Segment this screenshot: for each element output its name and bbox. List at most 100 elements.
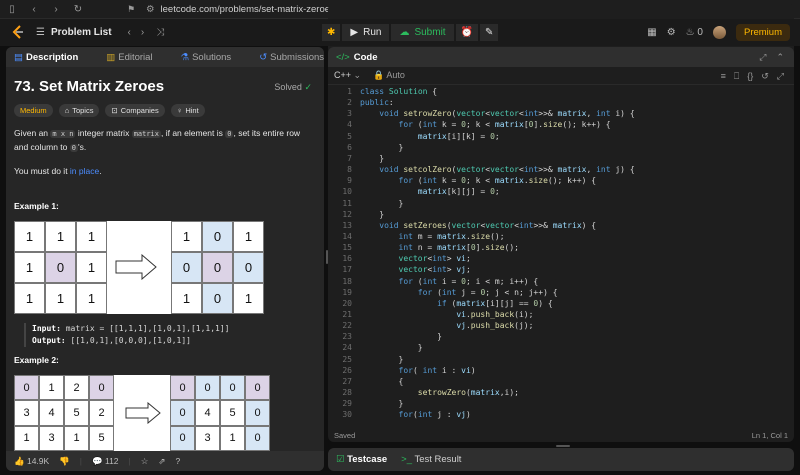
run-button[interactable]: ▶ Run	[342, 24, 390, 41]
companies-chip[interactable]: ⊡ Companies	[105, 104, 165, 117]
format-icon[interactable]: ≡	[721, 71, 726, 82]
code-line[interactable]: }	[360, 343, 423, 352]
code-line[interactable]: void setcolZero(vector<vector<int>>& mat…	[360, 165, 634, 174]
tab-solutions[interactable]: ⚗ Solutions	[181, 52, 232, 63]
notes-button[interactable]: ✎	[480, 24, 499, 41]
fullscreen-icon[interactable]: ⤢	[777, 71, 784, 82]
reload-icon[interactable]: ↻	[72, 4, 84, 15]
back-icon[interactable]: ‹	[28, 4, 40, 15]
favorite-star-icon[interactable]: ☆	[141, 456, 149, 467]
reset-icon[interactable]: ↺	[761, 71, 769, 82]
code-line[interactable]: vi.push_back(i);	[360, 310, 533, 319]
bookmark-icon[interactable]: ⎕	[734, 71, 739, 82]
timer-button[interactable]: ⏰	[455, 24, 479, 41]
matrix-cell: 4	[39, 400, 64, 426]
comment-icon: 💬	[92, 455, 103, 466]
tab-code[interactable]: Code	[354, 52, 378, 63]
matrix-cell: 1	[171, 283, 202, 314]
code-line[interactable]: class Solution {	[360, 87, 437, 96]
submit-button[interactable]: ☁ Submit	[391, 24, 454, 41]
site-settings-icon[interactable]: ⚙	[146, 4, 155, 15]
braces-icon[interactable]: {}	[747, 71, 753, 82]
code-line[interactable]: vector<int> vj;	[360, 265, 471, 274]
bookmark-icon[interactable]: ⚑	[127, 4, 135, 15]
code-line[interactable]: int n = matrix[0].size();	[360, 243, 519, 252]
code-line[interactable]: if (matrix[i][j] == 0) {	[360, 299, 553, 308]
next-problem-icon[interactable]: ›	[141, 27, 144, 38]
code-line[interactable]: }	[360, 199, 404, 208]
settings-icon[interactable]: ⚙	[667, 27, 676, 38]
matrix-cell: 0	[245, 375, 270, 401]
premium-button[interactable]: Premium	[735, 24, 790, 41]
prev-problem-icon[interactable]: ‹	[128, 27, 131, 38]
code-panel-header: </> Code ⤢ ⌃	[328, 47, 794, 67]
help-icon[interactable]: ?	[176, 456, 181, 466]
tab-editorial[interactable]: ▥ Editorial	[106, 52, 152, 63]
code-line[interactable]: void setZeroes(vector<vector<int>>& matr…	[360, 221, 596, 230]
shuffle-icon[interactable]: ⤨	[156, 27, 164, 38]
problem-description: Given an m x n integer matrix matrix, if…	[14, 127, 316, 178]
topics-label: Topics	[72, 106, 94, 115]
maximize-icon[interactable]: ⤢	[759, 52, 766, 63]
line-number: 2	[347, 98, 352, 108]
like-button[interactable]: 👍 14.9K	[14, 456, 49, 467]
tab-submissions[interactable]: ↺ Submissions	[259, 52, 324, 63]
run-label: Run	[363, 27, 382, 38]
note-text: .	[99, 166, 102, 176]
save-status: Saved	[334, 430, 356, 440]
code-line[interactable]: }	[360, 210, 384, 219]
topics-chip[interactable]: ⌂ Topics	[58, 104, 100, 117]
code-panel-actions: ⤢ ⌃	[759, 52, 784, 63]
alarm-icon: ⏰	[460, 27, 474, 38]
layout-icon[interactable]: ▦	[647, 27, 656, 38]
code-line[interactable]: {	[360, 377, 404, 386]
code-line[interactable]: for (int k = 0; k < matrix[0].size(); k+…	[360, 120, 611, 129]
code-line[interactable]: }	[360, 154, 384, 163]
code-line[interactable]: }	[360, 355, 404, 364]
code-line[interactable]: void setrowZero(vector<vector<int>>& mat…	[360, 109, 634, 118]
debug-button[interactable]: ✱	[322, 24, 341, 41]
sidebar-toggle-icon[interactable]: ▯	[6, 4, 18, 15]
line-number: 18	[342, 276, 352, 286]
streak[interactable]: ♨ 0	[686, 27, 703, 38]
tab-testcase[interactable]: ☑ Testcase	[336, 454, 387, 465]
code-line[interactable]: for (int i = 0; i < m; i++) {	[360, 277, 539, 286]
code-line[interactable]: matrix[i][k] = 0;	[360, 132, 500, 141]
problem-list-link[interactable]: Problem List	[51, 27, 112, 38]
share-link-icon[interactable]: ⇗	[158, 456, 165, 467]
language-select[interactable]: C++ ⌄	[334, 70, 361, 81]
vertical-resize-handle[interactable]	[556, 445, 570, 447]
mode-select[interactable]: 🔒 Auto	[373, 70, 405, 81]
avatar[interactable]	[712, 26, 726, 39]
code-line[interactable]: int m = matrix.size();	[360, 232, 505, 241]
comments-button[interactable]: 💬 112	[92, 456, 119, 467]
code-line[interactable]: }	[360, 399, 404, 408]
line-number: 20	[342, 298, 352, 308]
code-line[interactable]: matrix[k][j] = 0;	[360, 187, 500, 196]
matrix-cell: 0	[170, 425, 195, 451]
code-line[interactable]: }	[360, 332, 442, 341]
comment-count: 112	[104, 455, 119, 466]
leetcode-logo-icon[interactable]	[11, 25, 25, 39]
line-number: 16	[342, 254, 352, 264]
in-place-link[interactable]: in place	[70, 166, 99, 176]
code-line[interactable]: for(int j : vj)	[360, 410, 471, 419]
matrix-cell: 5	[89, 425, 114, 451]
collapse-icon[interactable]: ⌃	[776, 52, 784, 63]
forward-icon[interactable]: ›	[50, 4, 62, 15]
code-line[interactable]: for( int i : vi)	[360, 366, 476, 375]
code-editor[interactable]: 1 class Solution {2 public: 3 void setrowZe…	[328, 87, 794, 427]
code-line[interactable]: public:	[360, 98, 394, 107]
code-line[interactable]: for (int k = 0; k < matrix.size(); k++) …	[360, 176, 597, 185]
hint-chip[interactable]: ♀ Hint	[170, 104, 205, 117]
dislike-button[interactable]: 👎	[59, 456, 70, 467]
difficulty-badge[interactable]: Medium	[14, 104, 53, 117]
code-line[interactable]: setrowZero(matrix,i);	[360, 388, 519, 397]
run-controls: ✱ ▶ Run ☁ Submit ⏰ ✎	[322, 24, 499, 41]
code-line[interactable]: vj.push_back(j);	[360, 321, 533, 330]
tab-description[interactable]: ▤ Description	[14, 52, 78, 63]
code-line[interactable]: vector<int> vi;	[360, 254, 471, 263]
code-line[interactable]: }	[360, 143, 404, 152]
code-line[interactable]: for (int j = 0; j < n; j++) {	[360, 288, 558, 297]
tab-test-result[interactable]: >_ Test Result	[401, 454, 461, 465]
